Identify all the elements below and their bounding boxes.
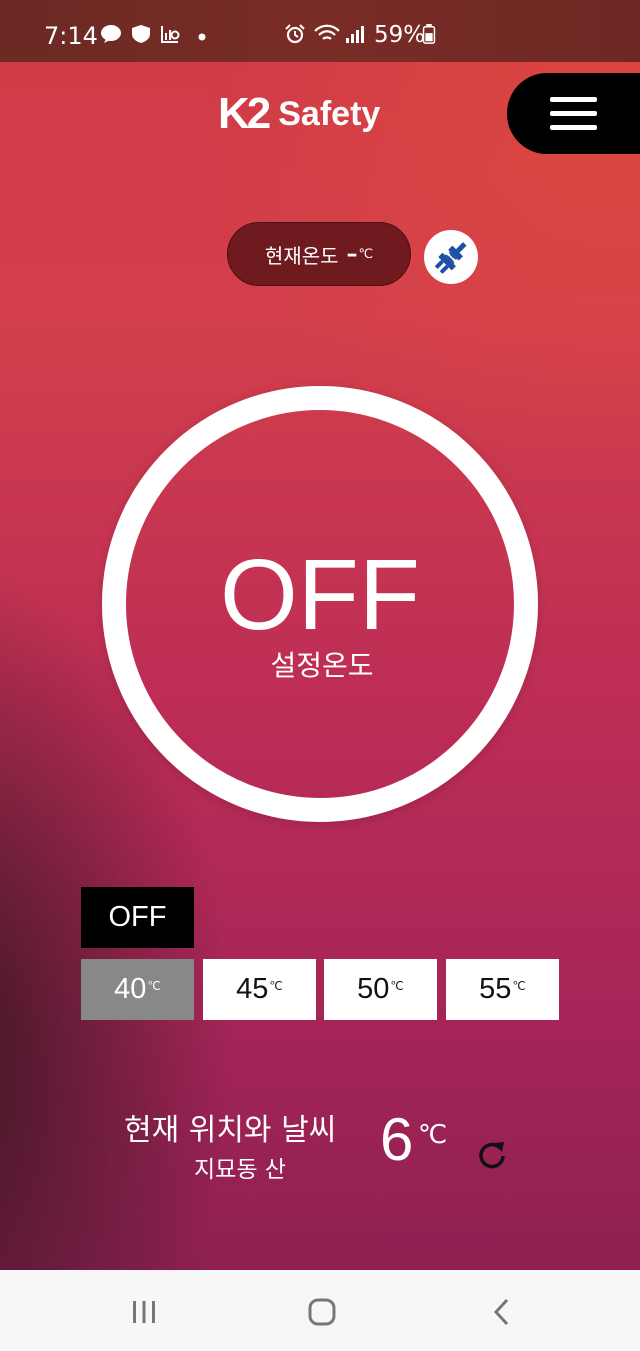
k2-safety-logo: K2 Safety — [218, 89, 381, 138]
current-temp-unit: ℃ — [358, 246, 374, 262]
temp-option-40-button[interactable]: 40 ℃ — [81, 959, 194, 1020]
option-value: 40 — [114, 973, 147, 1005]
dot-icon — [198, 33, 206, 41]
option-value: 55 — [479, 973, 512, 1005]
temp-option-off-button[interactable]: OFF — [81, 887, 194, 948]
temp-option-50-button[interactable]: 50 ℃ — [324, 959, 437, 1020]
logo-safety-text: Safety — [278, 95, 381, 133]
current-temp-label: 현재온도 — [264, 243, 339, 268]
plug-connect-button[interactable] — [424, 230, 478, 284]
system-nav-bar — [0, 1270, 640, 1351]
signal-icon — [346, 26, 364, 43]
temp-option-45-button[interactable]: 45 ℃ — [203, 959, 316, 1020]
menu-icon — [550, 111, 597, 116]
plug-icon — [435, 242, 467, 274]
battery-icon — [422, 24, 436, 44]
menu-icon — [550, 125, 597, 130]
home-icon[interactable] — [302, 1292, 342, 1332]
chart-search-icon — [161, 26, 180, 43]
status-time: 7:14 — [44, 22, 98, 50]
temp-option-55-button[interactable]: 55 ℃ — [446, 959, 559, 1020]
option-unit: ℃ — [390, 978, 404, 993]
status-bar: 7:14 59% — [0, 0, 640, 62]
menu-icon — [550, 97, 597, 102]
hamburger-menu-button[interactable] — [507, 73, 640, 154]
dial-state-text: OFF — [220, 539, 420, 651]
refresh-icon[interactable] — [474, 1136, 510, 1172]
current-temperature-pill: 현재온도 – ℃ — [227, 222, 411, 286]
option-off-label: OFF — [108, 901, 167, 933]
option-value: 50 — [357, 973, 390, 1005]
wifi-icon — [314, 24, 340, 40]
weather-title: 현재 위치와 날씨 — [124, 1113, 337, 1148]
weather-temperature: 6 — [380, 1106, 414, 1173]
weather-temp-unit: ℃ — [418, 1120, 448, 1150]
option-unit: ℃ — [269, 978, 283, 993]
current-temp-value: – — [346, 241, 358, 267]
en-icon — [132, 25, 150, 43]
logo-k2-text: K2 — [218, 89, 271, 138]
option-unit: ℃ — [147, 978, 161, 993]
option-unit: ℃ — [512, 978, 526, 993]
battery-percent: 59% — [374, 22, 426, 48]
dial-set-temp-label: 설정온도 — [270, 649, 374, 682]
weather-location: 지묘동 산 — [194, 1157, 286, 1183]
talk-icon — [101, 25, 121, 43]
recent-apps-icon[interactable] — [124, 1292, 164, 1332]
option-value: 45 — [236, 973, 269, 1005]
back-icon[interactable] — [482, 1292, 522, 1332]
alarm-icon — [285, 24, 305, 44]
